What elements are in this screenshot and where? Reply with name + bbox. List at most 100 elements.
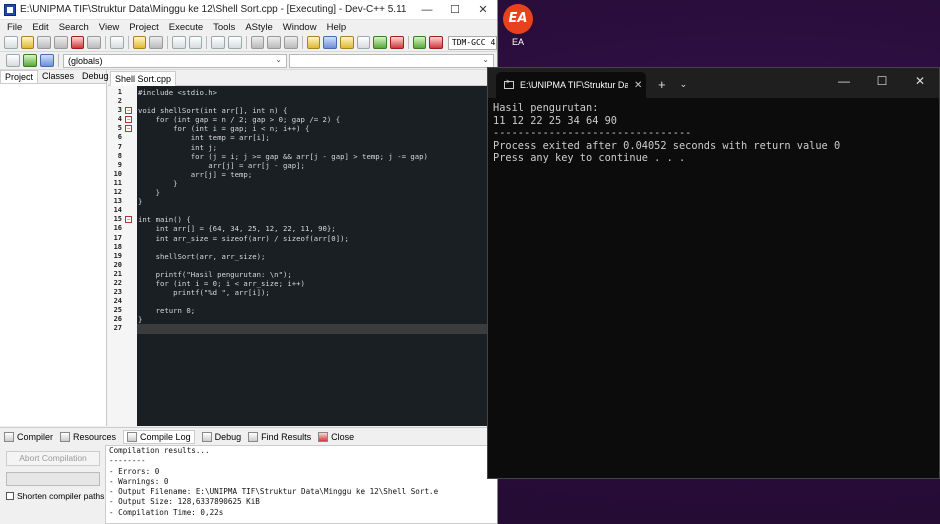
shorten-paths-checkbox[interactable] (6, 492, 14, 500)
tab-debug-bottom[interactable]: Debug (201, 431, 241, 442)
menu-view[interactable]: View (94, 22, 124, 33)
console-maximize-button[interactable]: ☐ (863, 68, 901, 94)
menu-execute[interactable]: Execute (164, 22, 208, 33)
minimize-button[interactable]: — (413, 4, 441, 16)
save-icon[interactable] (37, 36, 52, 49)
console-minimize-button[interactable]: — (825, 68, 863, 94)
line-number: 1 (117, 88, 122, 96)
line-number: 4 (117, 115, 122, 124)
profile-icon[interactable] (412, 36, 427, 49)
replace-icon[interactable] (188, 36, 203, 49)
rebuild-icon[interactable] (356, 36, 371, 49)
line-number: 12 (113, 188, 122, 197)
tab-find-results[interactable]: Find Results (248, 431, 311, 442)
tab-resources[interactable]: Resources (60, 431, 116, 442)
console-output[interactable]: Hasil pengurutan: 11 12 22 25 34 64 90 -… (488, 98, 939, 169)
close-all-icon[interactable] (87, 36, 102, 49)
line-number: 3 (117, 106, 122, 115)
new-tab-button[interactable]: + (658, 77, 666, 92)
code-line: 26} (108, 315, 497, 325)
fold-toggle-icon[interactable]: − (125, 125, 132, 133)
chevron-down-icon[interactable]: ⌄ (680, 79, 688, 90)
open-file-icon[interactable] (20, 36, 35, 49)
shorten-paths-option[interactable]: Shorten compiler paths (6, 491, 104, 501)
code-text: return 0; (138, 306, 196, 316)
toggle-bookmark-icon[interactable] (283, 36, 298, 49)
fold-toggle-icon[interactable]: − (125, 107, 132, 115)
tab-classes[interactable]: Classes (38, 70, 78, 83)
code-text: } (138, 315, 143, 325)
member-select[interactable]: ⌄ (289, 53, 494, 68)
code-line: 3− void shellSort(int arr[], int n) { (108, 106, 497, 115)
devcpp-titlebar[interactable]: E:\UNIPMA TIF\Struktur Data\Minggu ke 12… (0, 0, 497, 20)
stop-execution-icon[interactable] (389, 36, 404, 49)
fold-toggle-icon[interactable]: − (125, 216, 132, 224)
tab-shell-sort-cpp[interactable]: Shell Sort.cpp (110, 71, 177, 86)
tab-close[interactable]: Close (318, 431, 354, 442)
toolbar-separator (127, 36, 129, 49)
unindent-icon[interactable] (227, 36, 242, 49)
code-text: printf("%d ", arr[i]); (138, 288, 270, 298)
ea-logo-icon: EA (503, 4, 533, 34)
project-browser: Project Classes Debug (0, 70, 109, 426)
bookmark-next-icon[interactable] (267, 36, 281, 49)
class-select-value: (globals) (68, 55, 103, 66)
code-line: 25 return 0; (108, 306, 497, 316)
code-line: 24 (108, 297, 497, 306)
console-line: -------------------------------- (493, 127, 692, 140)
devcpp-window: E:\UNIPMA TIF\Struktur Data\Minggu ke 12… (0, 0, 498, 524)
insert-icon[interactable] (23, 54, 37, 67)
console-window-controls: — ☐ ✕ (825, 68, 939, 94)
indent-icon[interactable] (211, 36, 225, 49)
menu-project[interactable]: Project (124, 22, 164, 33)
menu-edit[interactable]: Edit (27, 22, 53, 33)
menu-file[interactable]: File (2, 22, 27, 33)
menu-help[interactable]: Help (322, 22, 352, 33)
line-number: 17 (113, 233, 122, 242)
log-line: - Compilation Time: 0,22s (109, 507, 224, 517)
print-icon[interactable] (110, 36, 124, 49)
compile-run-icon[interactable] (339, 36, 354, 49)
menu-astyle[interactable]: AStyle (240, 22, 277, 33)
run-icon[interactable] (323, 36, 337, 49)
console-close-button[interactable]: ✕ (901, 68, 939, 94)
tab-project[interactable]: Project (0, 70, 39, 83)
console-tab[interactable]: E:\UNIPMA TIF\Struktur Data\ ✕ (496, 72, 646, 98)
close-file-icon[interactable] (70, 36, 85, 49)
goto-icon[interactable] (40, 54, 54, 67)
line-number: 25 (113, 306, 122, 315)
save-all-icon[interactable] (54, 36, 68, 49)
console-titlebar[interactable]: E:\UNIPMA TIF\Struktur Data\ ✕ + ⌄ — ☐ ✕ (488, 68, 939, 98)
ea-desktop-shortcut[interactable]: EA EA (500, 4, 536, 50)
menu-window[interactable]: Window (278, 22, 322, 33)
close-window-button[interactable]: ✕ (469, 3, 497, 16)
code-text: for (int gap = n / 2; gap > 0; gap /= 2)… (138, 115, 341, 125)
redo-icon[interactable] (149, 36, 163, 49)
compiler-select[interactable]: TDM-GCC 4.9 (447, 35, 497, 50)
code-editor[interactable]: 1 #include <stdio.h> 2 3− void shellSort(int… (108, 86, 497, 426)
tab-compiler[interactable]: Compiler (4, 431, 53, 442)
fold-toggle-icon[interactable]: − (125, 116, 132, 124)
maximize-button[interactable]: ☐ (441, 3, 469, 16)
undo-icon[interactable] (132, 36, 147, 49)
bookmark-prev-icon[interactable] (250, 36, 265, 49)
compile-log-icon (127, 431, 138, 442)
debug-run-icon[interactable] (429, 36, 443, 49)
menu-tools[interactable]: Tools (208, 22, 240, 33)
menu-search[interactable]: Search (54, 22, 94, 33)
tab-compile-log[interactable]: Compile Log (123, 429, 195, 444)
resources-icon (60, 431, 71, 442)
code-text: for (int i = gap; i < n; i++) { (138, 124, 310, 134)
compile-icon[interactable] (306, 36, 321, 49)
code-line: 22 for (int i = 0; i < arr_size; i++) (108, 279, 497, 288)
abort-compilation-button[interactable]: Abort Compilation (6, 451, 100, 466)
class-select[interactable]: (globals) ⌄ (63, 53, 287, 68)
new-project-icon[interactable] (6, 54, 20, 67)
log-line: - Errors: 0 (109, 466, 160, 476)
find-icon[interactable] (171, 36, 186, 49)
code-line: 5− for (int i = gap; i < n; i++) { (108, 124, 497, 134)
close-tab-icon[interactable]: ✕ (634, 80, 642, 91)
code-text: for (j = i; j >= gap && arr[j - gap] > t… (138, 151, 428, 161)
syntax-check-icon[interactable] (373, 36, 387, 49)
new-file-icon[interactable] (4, 36, 18, 49)
